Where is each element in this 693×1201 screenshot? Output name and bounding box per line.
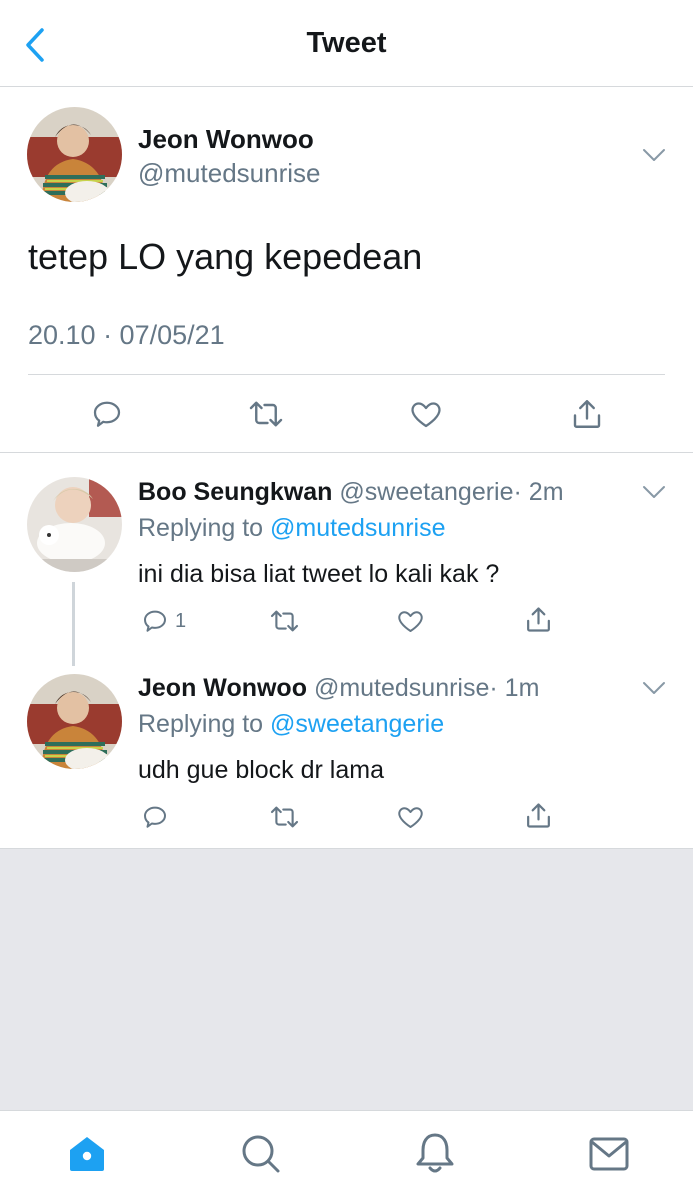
chevron-down-icon <box>643 149 665 161</box>
share-icon <box>527 607 550 632</box>
reply-count: 1 <box>175 610 187 632</box>
like-button[interactable] <box>407 396 445 432</box>
notifications-icon <box>416 1133 454 1173</box>
like-button[interactable] <box>395 802 426 832</box>
retweet-button[interactable] <box>268 606 301 636</box>
profile-photo <box>27 107 122 202</box>
author-handle[interactable]: @sweetangerie <box>339 478 513 506</box>
share-button[interactable] <box>523 800 554 831</box>
chevron-down-icon <box>643 682 665 694</box>
avatar[interactable] <box>27 107 122 202</box>
retweet-button[interactable] <box>268 802 301 832</box>
reply-icon <box>144 610 166 632</box>
mention-link[interactable]: @mutedsunrise <box>270 514 445 542</box>
share-button[interactable] <box>523 604 554 635</box>
like-icon <box>398 807 423 828</box>
tweet-timestamp[interactable]: 20.10 · 07/05/21 <box>28 320 225 351</box>
retweet-icon <box>270 610 299 632</box>
author-name[interactable]: Jeon Wonwoo <box>138 674 307 702</box>
author-name[interactable]: Jeon Wonwoo <box>138 124 314 155</box>
reply-icon <box>93 401 121 427</box>
retweet-icon <box>249 401 283 427</box>
reply-text: ini dia bisa liat tweet lo kali kak ? <box>138 560 500 588</box>
tweet-options-button[interactable] <box>641 679 667 697</box>
retweet-button[interactable] <box>246 396 286 432</box>
author-handle[interactable]: @mutedsunrise <box>138 158 320 189</box>
reply-button[interactable]: 1 <box>140 606 200 636</box>
retweet-icon <box>270 806 299 828</box>
share-icon <box>573 400 601 428</box>
profile-photo <box>27 674 122 769</box>
share-button[interactable] <box>568 396 606 432</box>
bottom-tab-bar <box>0 1110 693 1201</box>
page-title: Tweet <box>306 27 387 59</box>
author-name[interactable]: Boo Seungkwan <box>138 478 332 506</box>
tweet-options-button[interactable] <box>641 483 667 501</box>
section-divider <box>0 452 693 453</box>
reply-icon <box>144 806 166 828</box>
author-handle[interactable]: @mutedsunrise <box>314 674 489 702</box>
profile-photo <box>27 477 122 572</box>
messages-icon <box>589 1137 629 1171</box>
reply-time: · 1m <box>489 674 540 702</box>
reply-button[interactable] <box>140 802 170 832</box>
thread-connector <box>72 582 75 666</box>
like-icon <box>411 402 441 428</box>
divider <box>28 374 665 375</box>
reply-header: Jeon Wonwoo @mutedsunrise· 1m <box>138 674 539 703</box>
share-icon <box>527 803 550 828</box>
mention-link[interactable]: @sweetangerie <box>270 710 444 738</box>
reply-text: udh gue block dr lama <box>138 756 384 784</box>
tab-notifications[interactable] <box>414 1131 456 1175</box>
empty-area <box>0 848 693 1111</box>
replying-to-label: Replying to <box>138 710 271 738</box>
avatar[interactable] <box>27 477 122 572</box>
tab-messages[interactable] <box>588 1136 630 1172</box>
replying-to: Replying to @mutedsunrise <box>138 514 445 543</box>
home-icon <box>70 1137 104 1171</box>
reply-header: Boo Seungkwan @sweetangerie· 2m <box>138 478 564 507</box>
replying-to-label: Replying to <box>138 514 271 542</box>
reply-button[interactable] <box>89 396 125 432</box>
reply-time: · 2m <box>513 478 564 506</box>
search-icon <box>242 1135 280 1173</box>
like-icon <box>398 611 423 632</box>
avatar[interactable] <box>27 674 122 769</box>
tweet-text: tetep LO yang kepedean <box>28 236 423 277</box>
chevron-down-icon <box>643 486 665 498</box>
like-button[interactable] <box>395 606 426 636</box>
top-bar: Tweet <box>0 0 693 87</box>
replying-to: Replying to @sweetangerie <box>138 710 444 739</box>
tab-search[interactable] <box>240 1133 282 1175</box>
tab-home[interactable] <box>66 1133 108 1173</box>
tweet-options-button[interactable] <box>641 146 667 164</box>
